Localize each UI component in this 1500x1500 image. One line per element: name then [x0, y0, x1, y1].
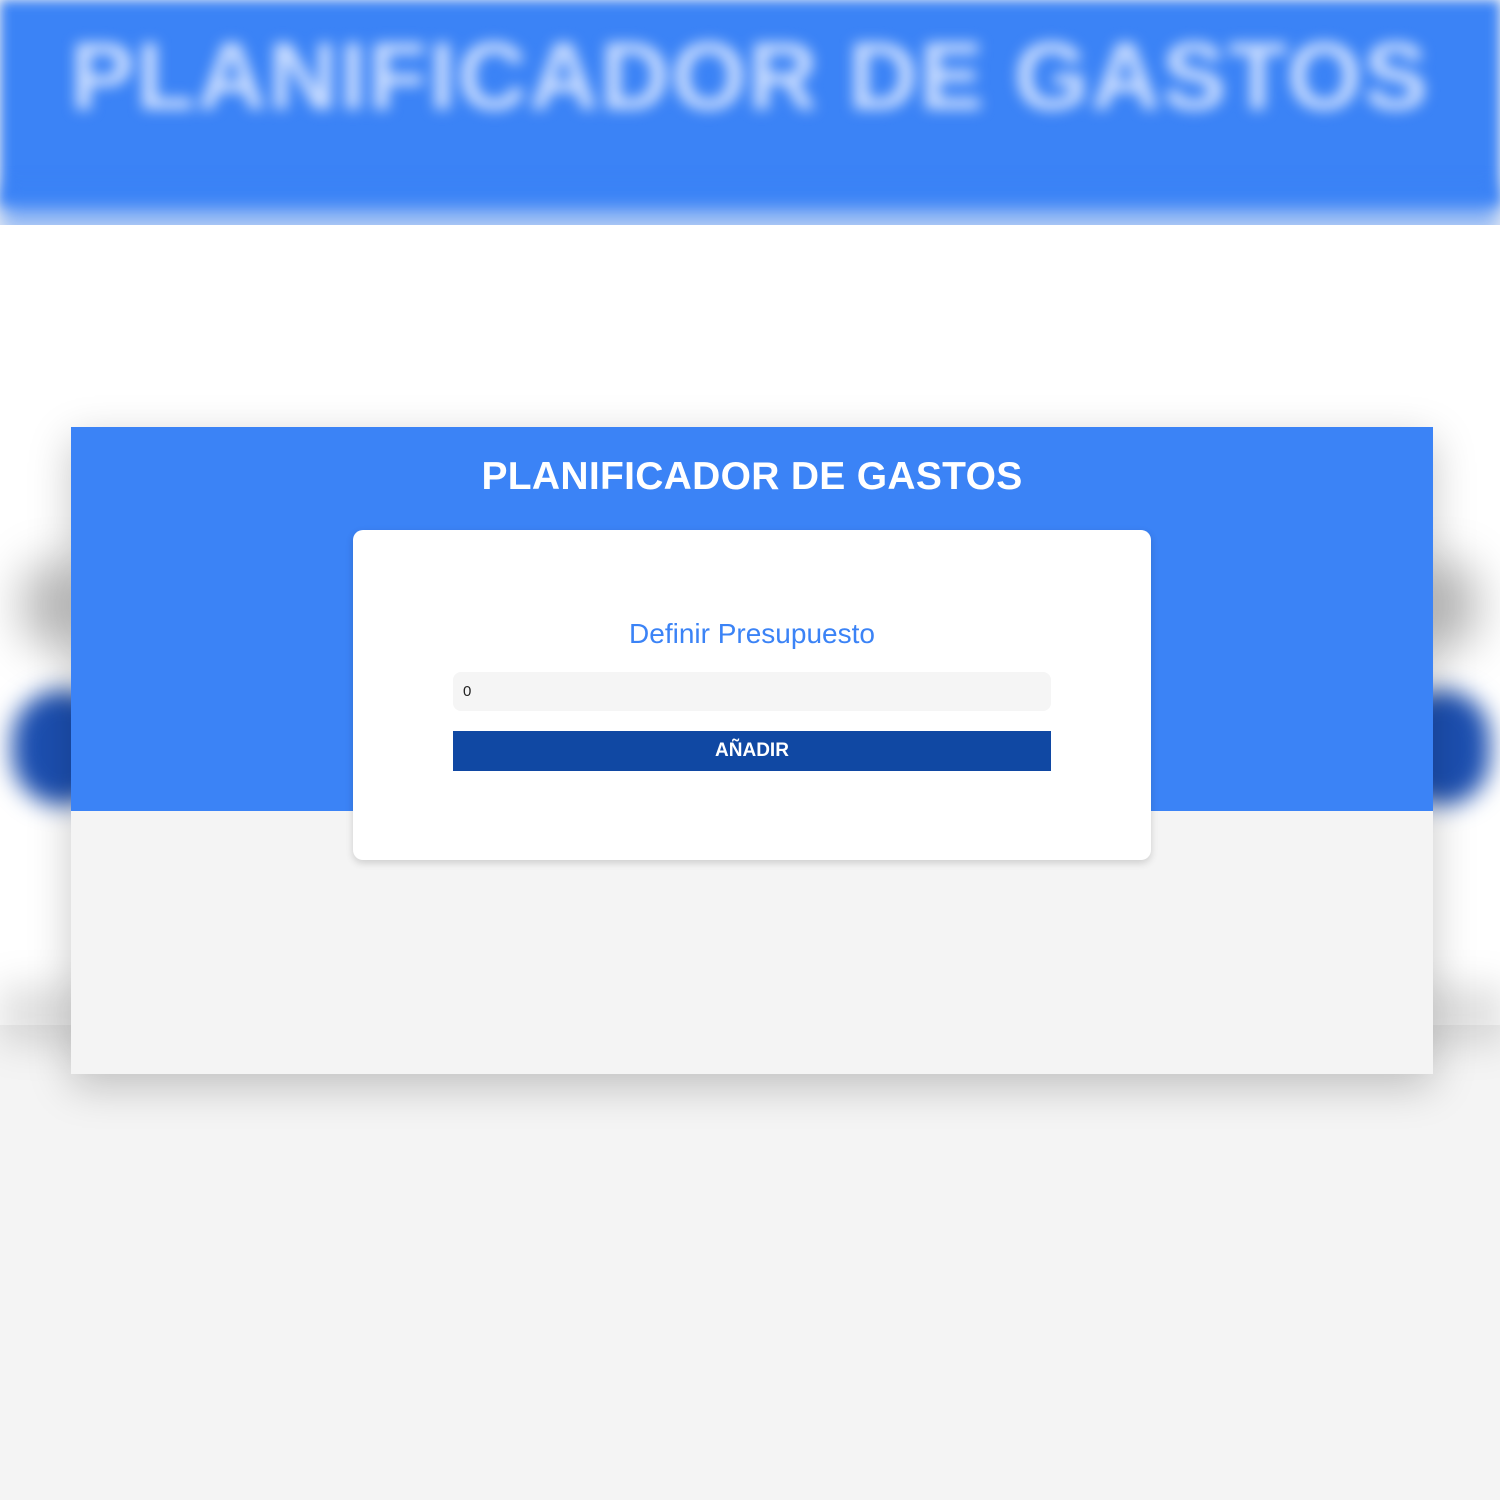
app-window: PLANIFICADOR DE GASTOS Definir Presupues…: [71, 427, 1433, 1074]
budget-input[interactable]: [453, 672, 1051, 711]
budget-form-card: Definir Presupuesto AÑADIR: [353, 530, 1151, 860]
add-budget-button[interactable]: AÑADIR: [453, 731, 1051, 771]
budget-label: Definir Presupuesto: [629, 618, 875, 649]
page-title: PLANIFICADOR DE GASTOS: [481, 455, 1023, 498]
background-title: PLANIFICADOR DE GASTOS: [70, 23, 1430, 130]
